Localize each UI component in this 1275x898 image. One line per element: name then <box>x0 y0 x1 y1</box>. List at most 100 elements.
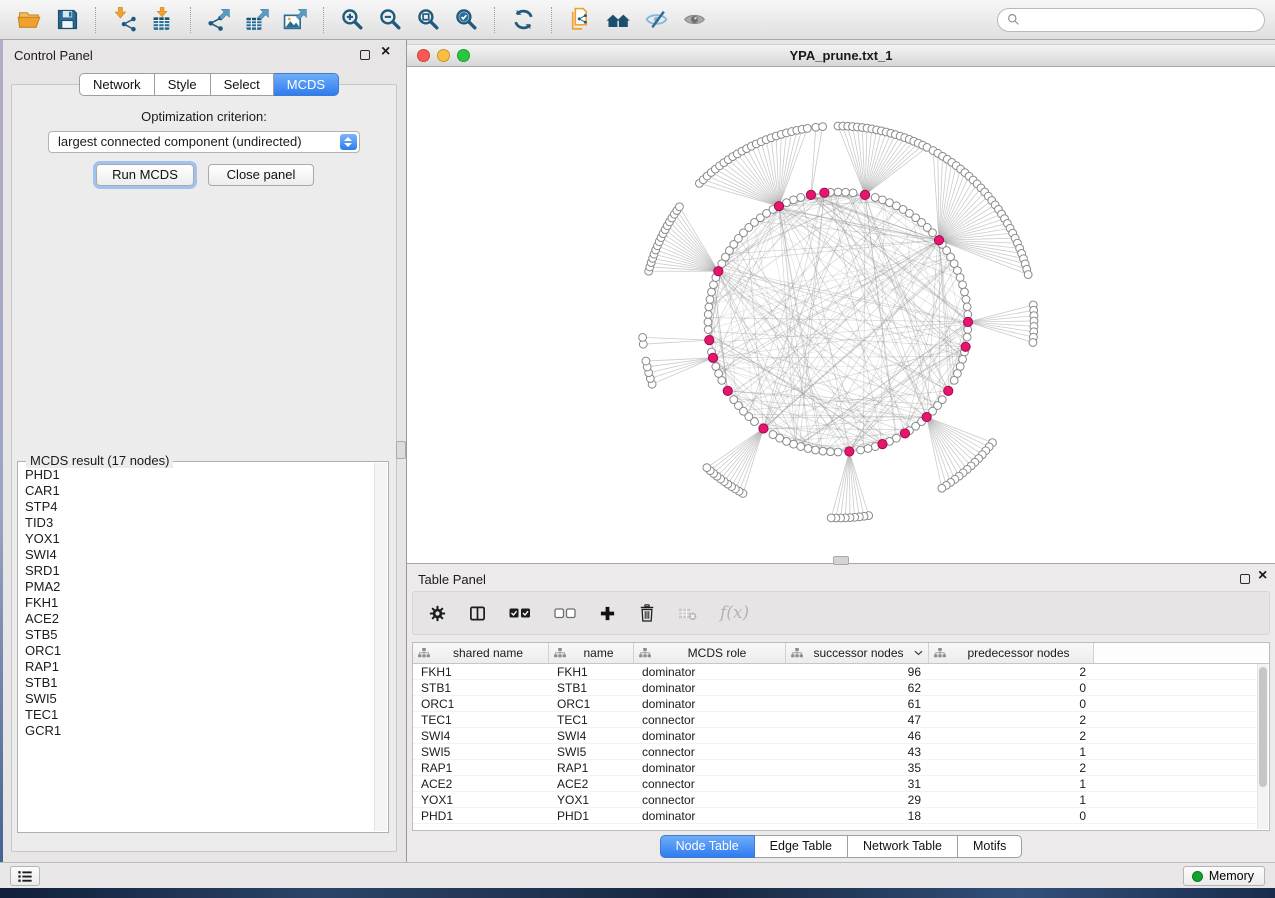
search-input[interactable] <box>1025 12 1255 28</box>
zoom-in-button[interactable] <box>335 4 369 36</box>
mcds-hub-node[interactable] <box>860 190 869 199</box>
mcds-hub-node[interactable] <box>922 412 931 421</box>
table-row[interactable]: FKH1FKH1dominator962 <box>413 664 1269 680</box>
mcds-hub-node[interactable] <box>845 447 854 456</box>
open-file-button[interactable] <box>12 4 46 36</box>
export-table-button[interactable] <box>240 4 274 36</box>
add-row-button[interactable] <box>599 605 616 622</box>
table-row[interactable]: SWI5SWI5connector431 <box>413 744 1269 760</box>
float-panel-icon[interactable] <box>360 50 370 60</box>
mcds-result-item[interactable]: ORC1 <box>25 643 368 659</box>
mcds-hub-node[interactable] <box>705 335 714 344</box>
table-scrollbar-thumb[interactable] <box>1259 667 1267 787</box>
table-tab-node-table[interactable]: Node Table <box>660 835 755 858</box>
mcds-result-item[interactable]: STB1 <box>25 675 368 691</box>
mcds-hub-node[interactable] <box>723 386 732 395</box>
hide-selected-button[interactable] <box>639 4 673 36</box>
table-row[interactable]: PHD1PHD1dominator180 <box>413 808 1269 824</box>
mcds-hub-node[interactable] <box>961 342 970 351</box>
float-table-panel-icon[interactable] <box>1240 574 1250 584</box>
table-row[interactable]: STB1STB1dominator620 <box>413 680 1269 696</box>
column-settings-button[interactable] <box>429 605 446 622</box>
mcds-hub-node[interactable] <box>878 440 887 449</box>
close-panel-icon[interactable]: × <box>381 44 390 60</box>
mcds-result-item[interactable]: TID3 <box>25 515 368 531</box>
select-all-button[interactable] <box>509 606 531 620</box>
column-header-MCDS-role[interactable]: MCDS role <box>634 643 786 663</box>
mcds-result-item[interactable]: PMA2 <box>25 579 368 595</box>
column-header-successor-nodes[interactable]: successor nodes <box>786 643 929 663</box>
mcds-hub-node[interactable] <box>806 190 815 199</box>
column-header-name[interactable]: name <box>549 643 634 663</box>
mcds-hub-node[interactable] <box>934 236 943 245</box>
mcds-hub-node[interactable] <box>714 267 723 276</box>
mcds-result-item[interactable]: TEC1 <box>25 707 368 723</box>
table-row[interactable]: SWI4SWI4dominator462 <box>413 728 1269 744</box>
save-session-button[interactable] <box>50 4 84 36</box>
zoom-fit-button[interactable] <box>411 4 445 36</box>
table-row[interactable]: ACE2ACE2connector311 <box>413 776 1269 792</box>
tab-select[interactable]: Select <box>211 73 274 96</box>
mcds-hub-node[interactable] <box>774 202 783 211</box>
table-tab-edge-table[interactable]: Edge Table <box>755 835 848 858</box>
delete-rows-button[interactable] <box>639 604 655 622</box>
column-header-shared-name[interactable]: shared name <box>413 643 549 663</box>
mcds-result-item[interactable]: RAP1 <box>25 659 368 675</box>
task-history-button[interactable] <box>10 866 40 886</box>
mcds-result-item[interactable]: GCR1 <box>25 723 368 739</box>
table-row[interactable]: RAP1RAP1dominator352 <box>413 760 1269 776</box>
mcds-result-item[interactable]: PHD1 <box>25 467 368 483</box>
search-box[interactable] <box>997 8 1265 32</box>
import-network-button[interactable] <box>107 4 141 36</box>
zoom-selected-button[interactable] <box>449 4 483 36</box>
deselect-all-button[interactable] <box>554 606 576 620</box>
mcds-result-item[interactable]: YOX1 <box>25 531 368 547</box>
mcds-hub-node[interactable] <box>708 353 717 362</box>
mcds-result-item[interactable]: SRD1 <box>25 563 368 579</box>
mcds-result-item[interactable]: ACE2 <box>25 611 368 627</box>
tab-style[interactable]: Style <box>155 73 211 96</box>
table-tab-network-table[interactable]: Network Table <box>848 835 958 858</box>
copy-network-button[interactable] <box>563 4 597 36</box>
maximize-window-icon[interactable] <box>457 49 470 62</box>
close-window-icon[interactable] <box>417 49 430 62</box>
column-header-predecessor-nodes[interactable]: predecessor nodes <box>929 643 1094 663</box>
export-image-button[interactable] <box>278 4 312 36</box>
mcds-list-scrollbar[interactable] <box>374 463 387 831</box>
table-row[interactable]: YOX1YOX1connector291 <box>413 792 1269 808</box>
run-mcds-button[interactable]: Run MCDS <box>96 164 194 186</box>
tab-mcds[interactable]: MCDS <box>274 73 339 96</box>
zoom-out-button[interactable] <box>373 4 407 36</box>
mcds-result-item[interactable]: STP4 <box>25 499 368 515</box>
minimize-window-icon[interactable] <box>437 49 450 62</box>
show-columns-button[interactable] <box>469 605 486 622</box>
refresh-view-button[interactable] <box>506 4 540 36</box>
export-network-button[interactable] <box>202 4 236 36</box>
mcds-hub-node[interactable] <box>759 424 768 433</box>
network-canvas[interactable] <box>407 67 1275 563</box>
network-graph[interactable] <box>407 67 1275 563</box>
mcds-hub-node[interactable] <box>963 317 972 326</box>
mcds-result-item[interactable]: STB5 <box>25 627 368 643</box>
vertical-splitter-handle[interactable] <box>396 441 406 459</box>
close-table-panel-icon[interactable]: × <box>1258 568 1267 584</box>
memory-button[interactable]: Memory <box>1183 866 1265 886</box>
first-neighbors-button[interactable] <box>601 4 635 36</box>
table-scrollbar[interactable] <box>1257 664 1268 829</box>
close-panel-button[interactable]: Close panel <box>208 164 314 186</box>
mcds-hub-node[interactable] <box>944 386 953 395</box>
mcds-result-item[interactable]: FKH1 <box>25 595 368 611</box>
mcds-hub-node[interactable] <box>820 188 829 197</box>
tab-network[interactable]: Network <box>79 73 155 96</box>
table-row[interactable]: TEC1TEC1connector472 <box>413 712 1269 728</box>
mcds-result-item[interactable]: SWI4 <box>25 547 368 563</box>
optimization-criterion-dropdown[interactable]: largest connected component (undirected) <box>48 131 360 153</box>
mcds-result-item[interactable]: SWI5 <box>25 691 368 707</box>
mcds-result-item[interactable]: CAR1 <box>25 483 368 499</box>
table-row[interactable]: ORC1ORC1dominator610 <box>413 696 1269 712</box>
table-tab-motifs[interactable]: Motifs <box>958 835 1022 858</box>
network-window-titlebar[interactable]: YPA_prune.txt_1 <box>407 44 1275 67</box>
import-table-button[interactable] <box>145 4 179 36</box>
mcds-hub-node[interactable] <box>900 429 909 438</box>
horizontal-splitter-handle[interactable] <box>833 556 849 565</box>
